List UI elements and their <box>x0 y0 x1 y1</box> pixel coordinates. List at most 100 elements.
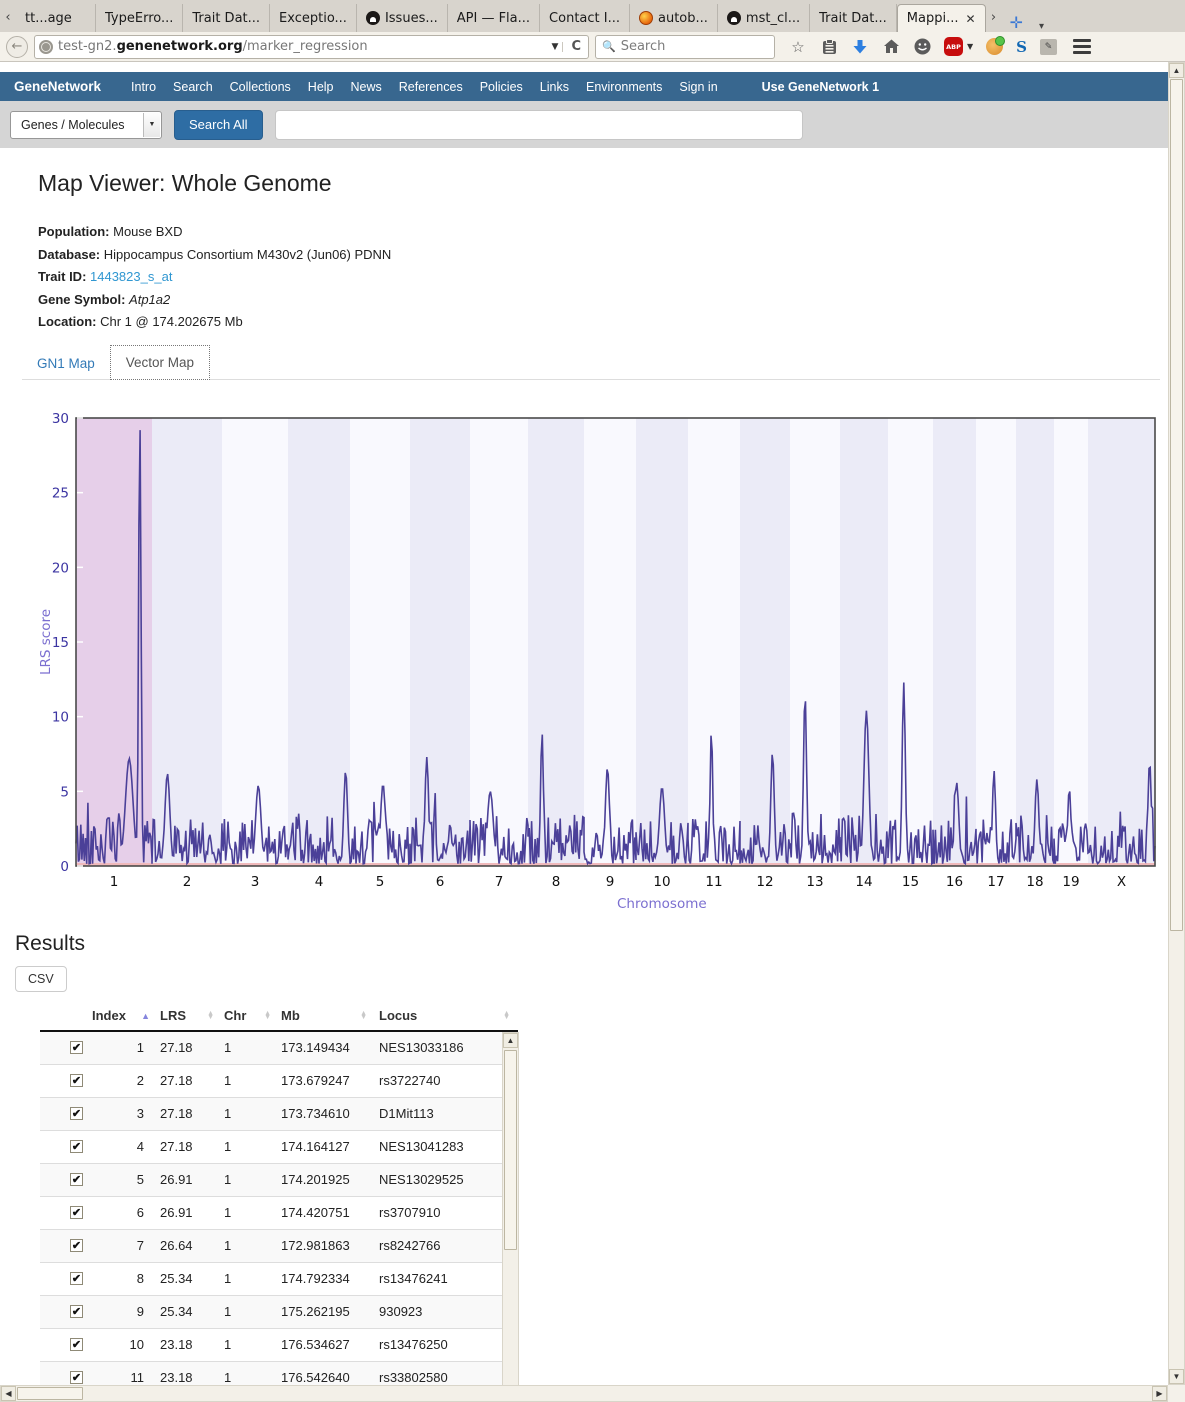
use-genenetwork1-link[interactable]: Use GeneNetwork 1 <box>762 80 879 94</box>
addon-cookie-icon[interactable] <box>986 38 1003 55</box>
column-header-index[interactable]: Index▲ <box>92 1008 158 1023</box>
menu-icon[interactable] <box>1073 39 1091 54</box>
column-header-lrs[interactable]: LRS▲▼ <box>158 1008 222 1023</box>
home-icon[interactable] <box>882 38 900 56</box>
column-header-chr[interactable]: Chr▲▼ <box>222 1008 279 1023</box>
page-scroll-down-icon[interactable]: ▼ <box>1169 1369 1184 1384</box>
url-text[interactable]: test-gn2.genenetwork.org/marker_regressi… <box>58 39 543 54</box>
row-checkbox[interactable]: ✔ <box>70 1338 83 1351</box>
skype-icon[interactable]: S <box>1016 38 1027 56</box>
table-scroll-up-icon[interactable]: ▲ <box>503 1033 518 1048</box>
tab-close-icon[interactable]: ✕ <box>965 12 975 26</box>
tab-scroll-right-icon[interactable]: › <box>986 2 1002 32</box>
table-row[interactable]: ✔526.911174.201925NES13029525 <box>40 1164 518 1197</box>
nav-item-search[interactable]: Search <box>173 80 213 94</box>
map-tab-vector-map[interactable]: Vector Map <box>110 345 210 380</box>
nav-item-links[interactable]: Links <box>540 80 569 94</box>
nav-item-policies[interactable]: Policies <box>480 80 523 94</box>
table-scrollbar[interactable]: ▲ <box>502 1032 519 1385</box>
table-scroll-thumb[interactable] <box>504 1050 517 1250</box>
row-checkbox[interactable]: ✔ <box>70 1305 83 1318</box>
row-checkbox[interactable]: ✔ <box>70 1107 83 1120</box>
select-dropdown-icon[interactable]: ▼ <box>143 113 160 137</box>
page-scroll-right-icon[interactable]: ▶ <box>1152 1386 1167 1401</box>
browser-tab-2[interactable]: TypeErro... <box>96 4 183 32</box>
browser-tab-5[interactable]: Issues... <box>357 4 448 32</box>
bookmarks-clipboard-icon[interactable] <box>820 38 838 56</box>
table-row[interactable]: ✔227.181173.679247rs3722740 <box>40 1065 518 1098</box>
column-header-mb[interactable]: Mb▲▼ <box>279 1008 375 1023</box>
note-editor-icon[interactable]: ✎ <box>1040 39 1057 55</box>
toolbar-icons: ☆ ABP ▼ S ✎ <box>781 37 1057 56</box>
info-value[interactable]: 1443823_s_at <box>90 269 172 284</box>
browser-tab-4[interactable]: Exceptio... <box>270 4 357 32</box>
table-row[interactable]: ✔825.341174.792334rs13476241 <box>40 1263 518 1296</box>
table-row[interactable]: ✔726.641172.981863rs8242766 <box>40 1230 518 1263</box>
table-row[interactable]: ✔427.181174.164127NES13041283 <box>40 1131 518 1164</box>
nav-item-sign-in[interactable]: Sign in <box>679 80 717 94</box>
row-checkbox[interactable]: ✔ <box>70 1206 83 1219</box>
sort-icon[interactable]: ▲▼ <box>264 1012 271 1020</box>
download-icon[interactable] <box>851 38 869 56</box>
tab-list-dropdown-icon[interactable]: ▾ <box>1031 21 1052 32</box>
browser-tab-9[interactable]: mst_cl... <box>718 4 810 32</box>
browser-tab-1[interactable]: tt...age <box>16 4 96 32</box>
row-checkbox[interactable]: ✔ <box>70 1239 83 1252</box>
nav-item-references[interactable]: References <box>399 80 463 94</box>
lrs-plot-svg[interactable]: 0510152025301234567891011121314151617181… <box>40 412 1163 912</box>
back-button[interactable]: ← <box>6 36 28 58</box>
column-header-locus[interactable]: Locus▲▼ <box>375 1008 518 1023</box>
sort-icon[interactable]: ▲▼ <box>360 1012 367 1020</box>
adblock-caret-icon[interactable]: ▼ <box>967 42 973 51</box>
sort-ascending-icon[interactable]: ▲ <box>141 1011 150 1021</box>
browser-tab-6[interactable]: API — Fla... <box>448 4 540 32</box>
row-checkbox[interactable]: ✔ <box>70 1371 83 1384</box>
url-bar[interactable]: test-gn2.genenetwork.org/marker_regressi… <box>34 35 589 59</box>
nav-item-environments[interactable]: Environments <box>586 80 662 94</box>
browser-tab-11[interactable]: Mappi...✕ <box>897 4 986 32</box>
genome-scan-chart[interactable]: 0510152025301234567891011121314151617181… <box>40 412 1168 916</box>
search-category-select[interactable]: Genes / Molecules ▼ <box>10 111 162 139</box>
page-hscroll-thumb[interactable] <box>17 1387 83 1400</box>
table-row[interactable]: ✔1023.181176.534627rs13476250 <box>40 1329 518 1362</box>
page-scroll-left-icon[interactable]: ◀ <box>1 1386 16 1401</box>
brand-genenetwork[interactable]: GeneNetwork <box>14 79 101 94</box>
browser-tab-3[interactable]: Trait Dat... <box>183 4 270 32</box>
nav-item-intro[interactable]: Intro <box>131 80 156 94</box>
sort-icon[interactable]: ▲▼ <box>207 1012 214 1020</box>
sort-icon[interactable]: ▲▼ <box>503 1012 510 1020</box>
browser-tab-10[interactable]: Trait Dat... <box>810 4 897 32</box>
new-tab-button[interactable]: ✛ <box>1002 13 1031 32</box>
map-tab-gn1-map[interactable]: GN1 Map <box>22 347 110 380</box>
page-vertical-scrollbar[interactable]: ▲ ▼ <box>1168 62 1185 1385</box>
browser-tab-7[interactable]: Contact I... <box>540 4 630 32</box>
page-scroll-up-icon[interactable]: ▲ <box>1169 63 1184 78</box>
reload-icon[interactable]: C <box>568 39 584 54</box>
row-checkbox[interactable]: ✔ <box>70 1140 83 1153</box>
csv-export-button[interactable]: CSV <box>15 966 67 992</box>
browser-tab-8[interactable]: autob... <box>630 4 718 32</box>
search-all-button[interactable]: Search All <box>174 110 263 140</box>
row-checkbox[interactable]: ✔ <box>70 1074 83 1087</box>
row-checkbox[interactable]: ✔ <box>70 1041 83 1054</box>
nav-item-news[interactable]: News <box>351 80 382 94</box>
table-row[interactable]: ✔626.911174.420751rs3707910 <box>40 1197 518 1230</box>
page-horizontal-scrollbar[interactable]: ◀ ▶ <box>0 1385 1168 1402</box>
browser-search-field[interactable]: 🔍 Search <box>595 35 775 59</box>
table-row[interactable]: ✔127.181173.149434NES13033186 <box>40 1032 518 1065</box>
bookmark-star-icon[interactable]: ☆ <box>789 38 807 56</box>
nav-item-collections[interactable]: Collections <box>230 80 291 94</box>
table-row[interactable]: ✔327.181173.734610D1Mit113 <box>40 1098 518 1131</box>
feedback-smiley-icon[interactable] <box>913 38 931 56</box>
table-row[interactable]: ✔925.341175.262195930923 <box>40 1296 518 1329</box>
tab-scroll-left-icon[interactable]: ‹ <box>0 2 16 32</box>
nav-item-help[interactable]: Help <box>308 80 334 94</box>
site-identity-globe-icon[interactable] <box>39 40 53 54</box>
adblock-plus-icon[interactable]: ABP <box>944 37 963 56</box>
row-checkbox[interactable]: ✔ <box>70 1272 83 1285</box>
quick-search-input[interactable] <box>275 110 803 140</box>
url-dropdown-icon[interactable]: ▼ <box>548 42 564 52</box>
row-checkbox[interactable]: ✔ <box>70 1173 83 1186</box>
table-row[interactable]: ✔1123.181176.542640rs33802580 <box>40 1362 518 1385</box>
page-scroll-thumb[interactable] <box>1170 79 1183 931</box>
